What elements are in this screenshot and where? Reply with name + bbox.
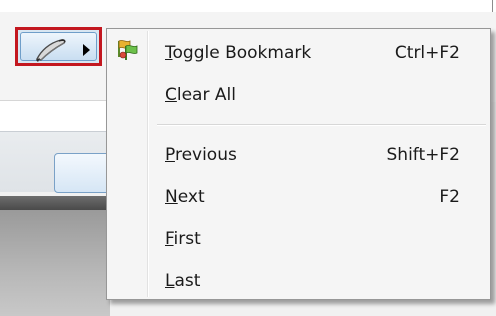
triangle-right-icon[interactable] <box>81 43 91 57</box>
menu-item-shortcut: F2 <box>439 187 460 207</box>
menu-separator <box>157 124 486 126</box>
bookmark-pen-icon <box>35 39 66 62</box>
menu-item-clear-all[interactable]: Clear All <box>109 79 488 115</box>
menu-item-first[interactable]: First <box>109 223 488 259</box>
bookmark-menu: Toggle Bookmark Ctrl+F2 Clear All Previo… <box>106 28 491 300</box>
menu-item-last[interactable]: Last <box>109 265 488 301</box>
menu-item-label: Last <box>165 271 201 291</box>
menu-item-label: Clear All <box>165 85 236 105</box>
menu-item-label: First <box>165 229 201 249</box>
menu-item-label: Previous <box>165 145 237 165</box>
bookmark-dropdown-button[interactable] <box>15 27 102 66</box>
menu-item-label: Next <box>165 187 205 207</box>
menu-item-previous[interactable]: Previous Shift+F2 <box>109 139 488 175</box>
window-top-area <box>0 0 496 12</box>
menu-item-shortcut: Shift+F2 <box>386 145 460 165</box>
menu-item-shortcut: Ctrl+F2 <box>394 43 460 63</box>
bookmark-dropdown-button-face[interactable] <box>20 32 97 62</box>
menu-item-next[interactable]: Next F2 <box>109 181 488 217</box>
background-lower-area <box>0 210 110 316</box>
background-dark-bar <box>0 196 110 210</box>
background-band <box>0 100 110 131</box>
menu-item-label: Toggle Bookmark <box>165 43 312 63</box>
screenshot: Toggle Bookmark Ctrl+F2 Clear All Previo… <box>0 0 496 316</box>
menu-item-toggle-bookmark[interactable]: Toggle Bookmark Ctrl+F2 <box>109 37 488 73</box>
